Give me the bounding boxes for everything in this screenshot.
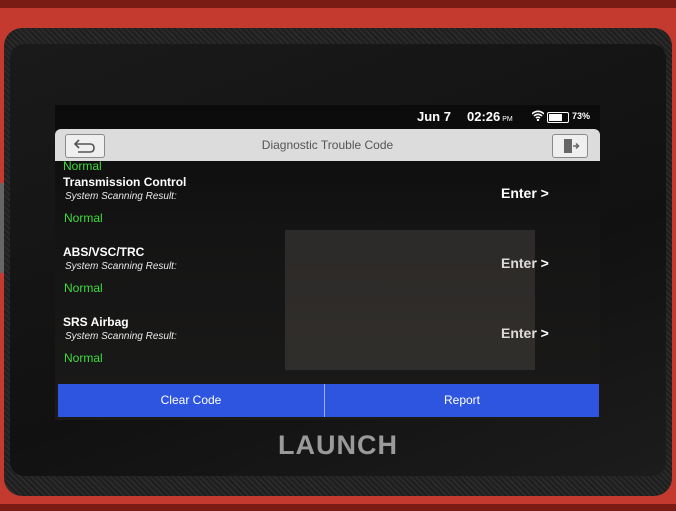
battery-icon — [547, 112, 569, 123]
status-time-value: 02:26 — [467, 109, 501, 124]
system-name: Transmission Control — [63, 175, 187, 189]
system-list: Normal Transmission Control System Scann… — [55, 159, 600, 383]
list-item[interactable]: SRS Airbag System Scanning Result: Norma… — [55, 315, 600, 383]
page-title: Diagnostic Trouble Code — [261, 138, 394, 152]
status-ampm: PM — [502, 116, 513, 123]
system-name: ABS/VSC/TRC — [63, 245, 145, 259]
report-button[interactable]: Report — [325, 384, 599, 417]
scan-result-status: Normal — [64, 211, 103, 225]
enter-button[interactable]: Enter > — [501, 255, 549, 271]
scan-result-status: Normal — [64, 281, 103, 295]
scan-result-label: System Scanning Result: — [65, 331, 177, 342]
battery-level-fill — [549, 114, 563, 121]
wifi-icon — [532, 110, 544, 121]
status-bar: Jun 7 02:26 PM 73% — [55, 105, 600, 127]
battery-percent: 73% — [572, 111, 591, 121]
enter-button[interactable]: Enter > — [501, 185, 549, 201]
previous-item-status: Normal — [63, 159, 102, 173]
list-item[interactable]: Transmission Control System Scanning Res… — [55, 175, 600, 243]
exit-button[interactable] — [552, 134, 588, 158]
action-bar: Clear Code Report — [58, 384, 599, 417]
enter-button[interactable]: Enter > — [501, 325, 549, 341]
list-item[interactable]: ABS/VSC/TRC System Scanning Result: Norm… — [55, 245, 600, 313]
clear-code-button[interactable]: Clear Code — [58, 384, 324, 417]
brand-logo: LAUNCH — [278, 430, 398, 460]
scan-result-label: System Scanning Result: — [65, 191, 177, 202]
status-time: 02:26 PM — [467, 109, 513, 124]
app-screen: Jun 7 02:26 PM 73% Diagnostic Trouble Cod… — [55, 105, 600, 420]
title-bar: Diagnostic Trouble Code — [55, 129, 600, 161]
scan-result-label: System Scanning Result: — [65, 261, 177, 272]
scan-result-status: Normal — [64, 351, 103, 365]
exit-icon — [564, 139, 580, 153]
system-name: SRS Airbag — [63, 315, 129, 329]
status-date: Jun 7 — [417, 109, 451, 124]
